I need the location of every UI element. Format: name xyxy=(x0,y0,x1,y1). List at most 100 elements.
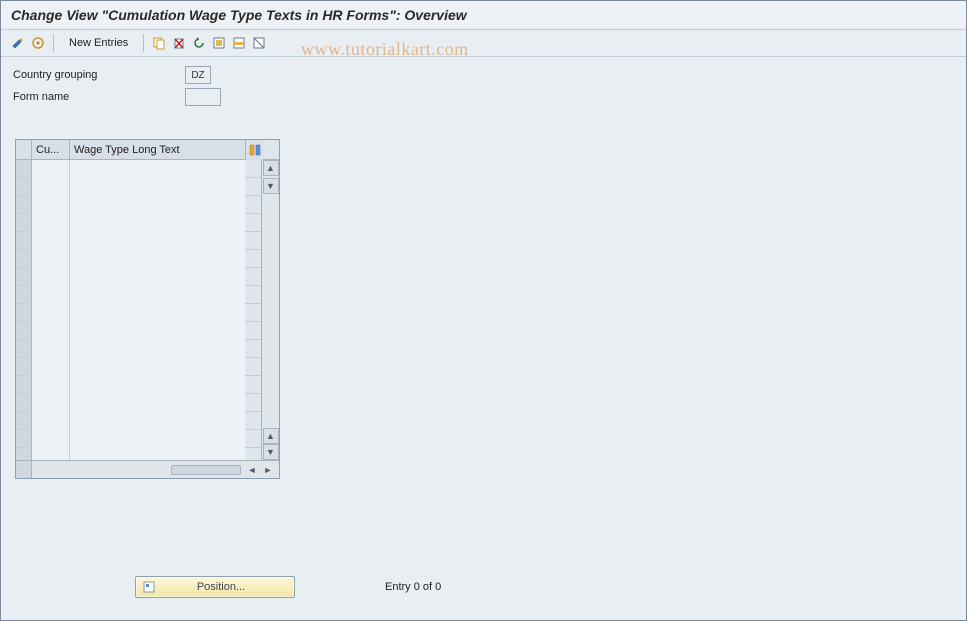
cell-wage-type-long-text[interactable] xyxy=(70,196,245,214)
cell-cu[interactable] xyxy=(32,340,70,358)
table-row[interactable] xyxy=(16,304,261,322)
table-row[interactable] xyxy=(16,268,261,286)
cell-wage-type-long-text[interactable] xyxy=(70,268,245,286)
table-row[interactable] xyxy=(16,394,261,412)
cell-cu[interactable] xyxy=(32,412,70,430)
table-row[interactable] xyxy=(16,160,261,178)
cell-wage-type-long-text[interactable] xyxy=(70,286,245,304)
cell-cu[interactable] xyxy=(32,196,70,214)
position-button[interactable]: Position... xyxy=(135,576,295,598)
row-selector[interactable] xyxy=(16,214,32,231)
cell-wage-type-long-text[interactable] xyxy=(70,232,245,250)
cell-cu[interactable] xyxy=(32,358,70,376)
row-selector[interactable] xyxy=(16,394,32,411)
table-row[interactable] xyxy=(16,196,261,214)
table-row[interactable] xyxy=(16,232,261,250)
table-row[interactable] xyxy=(16,430,261,448)
form-name-label: Form name xyxy=(11,91,185,103)
table-row[interactable] xyxy=(16,340,261,358)
table-row[interactable] xyxy=(16,214,261,232)
footer-bar: Position... Entry 0 of 0 xyxy=(1,576,966,598)
entry-count-text: Entry 0 of 0 xyxy=(385,581,441,593)
table-row[interactable] xyxy=(16,412,261,430)
row-selector[interactable] xyxy=(16,412,32,429)
cell-cu[interactable] xyxy=(32,304,70,322)
deselect-all-icon[interactable] xyxy=(250,34,268,52)
hscroll-thumb[interactable] xyxy=(171,465,241,475)
row-selector[interactable] xyxy=(16,430,32,447)
new-entries-button[interactable]: New Entries xyxy=(60,34,137,52)
vertical-scrollbar[interactable]: ▲ ▼ ▲ ▼ xyxy=(261,160,279,460)
row-selector[interactable] xyxy=(16,232,32,249)
country-grouping-row: Country grouping DZ xyxy=(11,65,956,85)
table-row[interactable] xyxy=(16,286,261,304)
toolbar-separator xyxy=(53,34,54,52)
cell-wage-type-long-text[interactable] xyxy=(70,322,245,340)
table-row[interactable] xyxy=(16,250,261,268)
country-grouping-value[interactable]: DZ xyxy=(185,66,211,84)
cell-wage-type-long-text[interactable] xyxy=(70,304,245,322)
select-all-icon[interactable] xyxy=(210,34,228,52)
table-row[interactable] xyxy=(16,322,261,340)
cell-cu[interactable] xyxy=(32,376,70,394)
cell-cu[interactable] xyxy=(32,160,70,178)
delete-icon[interactable] xyxy=(170,34,188,52)
cell-wage-type-long-text[interactable] xyxy=(70,448,245,460)
table-row[interactable] xyxy=(16,448,261,460)
column-header-wage-type-long-text[interactable]: Wage Type Long Text xyxy=(70,140,245,159)
column-header-cu[interactable]: Cu... xyxy=(32,140,70,159)
cell-wage-type-long-text[interactable] xyxy=(70,412,245,430)
cell-wage-type-long-text[interactable] xyxy=(70,394,245,412)
cell-wage-type-long-text[interactable] xyxy=(70,340,245,358)
cell-wage-type-long-text[interactable] xyxy=(70,376,245,394)
cell-wage-type-long-text[interactable] xyxy=(70,214,245,232)
cell-wage-type-long-text[interactable] xyxy=(70,160,245,178)
cell-cu[interactable] xyxy=(32,286,70,304)
row-selector[interactable] xyxy=(16,286,32,303)
cell-cu[interactable] xyxy=(32,232,70,250)
row-selector[interactable] xyxy=(16,376,32,393)
toggle-change-icon[interactable] xyxy=(9,34,27,52)
undo-icon[interactable] xyxy=(190,34,208,52)
cell-cu[interactable] xyxy=(32,394,70,412)
cell-cu[interactable] xyxy=(32,250,70,268)
scroll-up-bottom-icon[interactable]: ▲ xyxy=(263,428,279,444)
select-block-icon[interactable] xyxy=(230,34,248,52)
cell-cu[interactable] xyxy=(32,178,70,196)
other-view-icon[interactable] xyxy=(29,34,47,52)
row-selector[interactable] xyxy=(16,322,32,339)
cell-wage-type-long-text[interactable] xyxy=(70,430,245,448)
copy-icon[interactable] xyxy=(150,34,168,52)
row-selector[interactable] xyxy=(16,340,32,357)
table-settings-icon[interactable] xyxy=(245,140,263,160)
row-selector[interactable] xyxy=(16,178,32,195)
cell-cu[interactable] xyxy=(32,322,70,340)
scroll-down-icon[interactable]: ▼ xyxy=(263,444,279,460)
scroll-left-icon[interactable]: ◄ xyxy=(245,463,259,477)
row-selector[interactable] xyxy=(16,160,32,177)
table-row[interactable] xyxy=(16,178,261,196)
row-selector[interactable] xyxy=(16,358,32,375)
toolbar-separator xyxy=(143,34,144,52)
row-selector[interactable] xyxy=(16,250,32,267)
form-name-value[interactable] xyxy=(185,88,221,106)
cell-cu[interactable] xyxy=(32,430,70,448)
data-table: Cu... Wage Type Long Text ▲ ▼ ▲ ▼ ◄ ► xyxy=(15,139,280,479)
cell-wage-type-long-text[interactable] xyxy=(70,178,245,196)
cell-wage-type-long-text[interactable] xyxy=(70,250,245,268)
cell-cu[interactable] xyxy=(32,448,70,460)
cell-cu[interactable] xyxy=(32,268,70,286)
scroll-right-icon[interactable]: ► xyxy=(261,463,275,477)
cell-cu[interactable] xyxy=(32,214,70,232)
horizontal-scrollbar[interactable]: ◄ ► xyxy=(16,460,279,478)
row-selector[interactable] xyxy=(16,268,32,285)
scroll-down-small-icon[interactable]: ▼ xyxy=(263,178,279,194)
select-all-column[interactable] xyxy=(16,140,32,159)
table-row[interactable] xyxy=(16,376,261,394)
row-selector[interactable] xyxy=(16,196,32,213)
row-selector[interactable] xyxy=(16,448,32,460)
row-selector[interactable] xyxy=(16,304,32,321)
table-row[interactable] xyxy=(16,358,261,376)
scroll-up-icon[interactable]: ▲ xyxy=(263,160,279,176)
cell-wage-type-long-text[interactable] xyxy=(70,358,245,376)
